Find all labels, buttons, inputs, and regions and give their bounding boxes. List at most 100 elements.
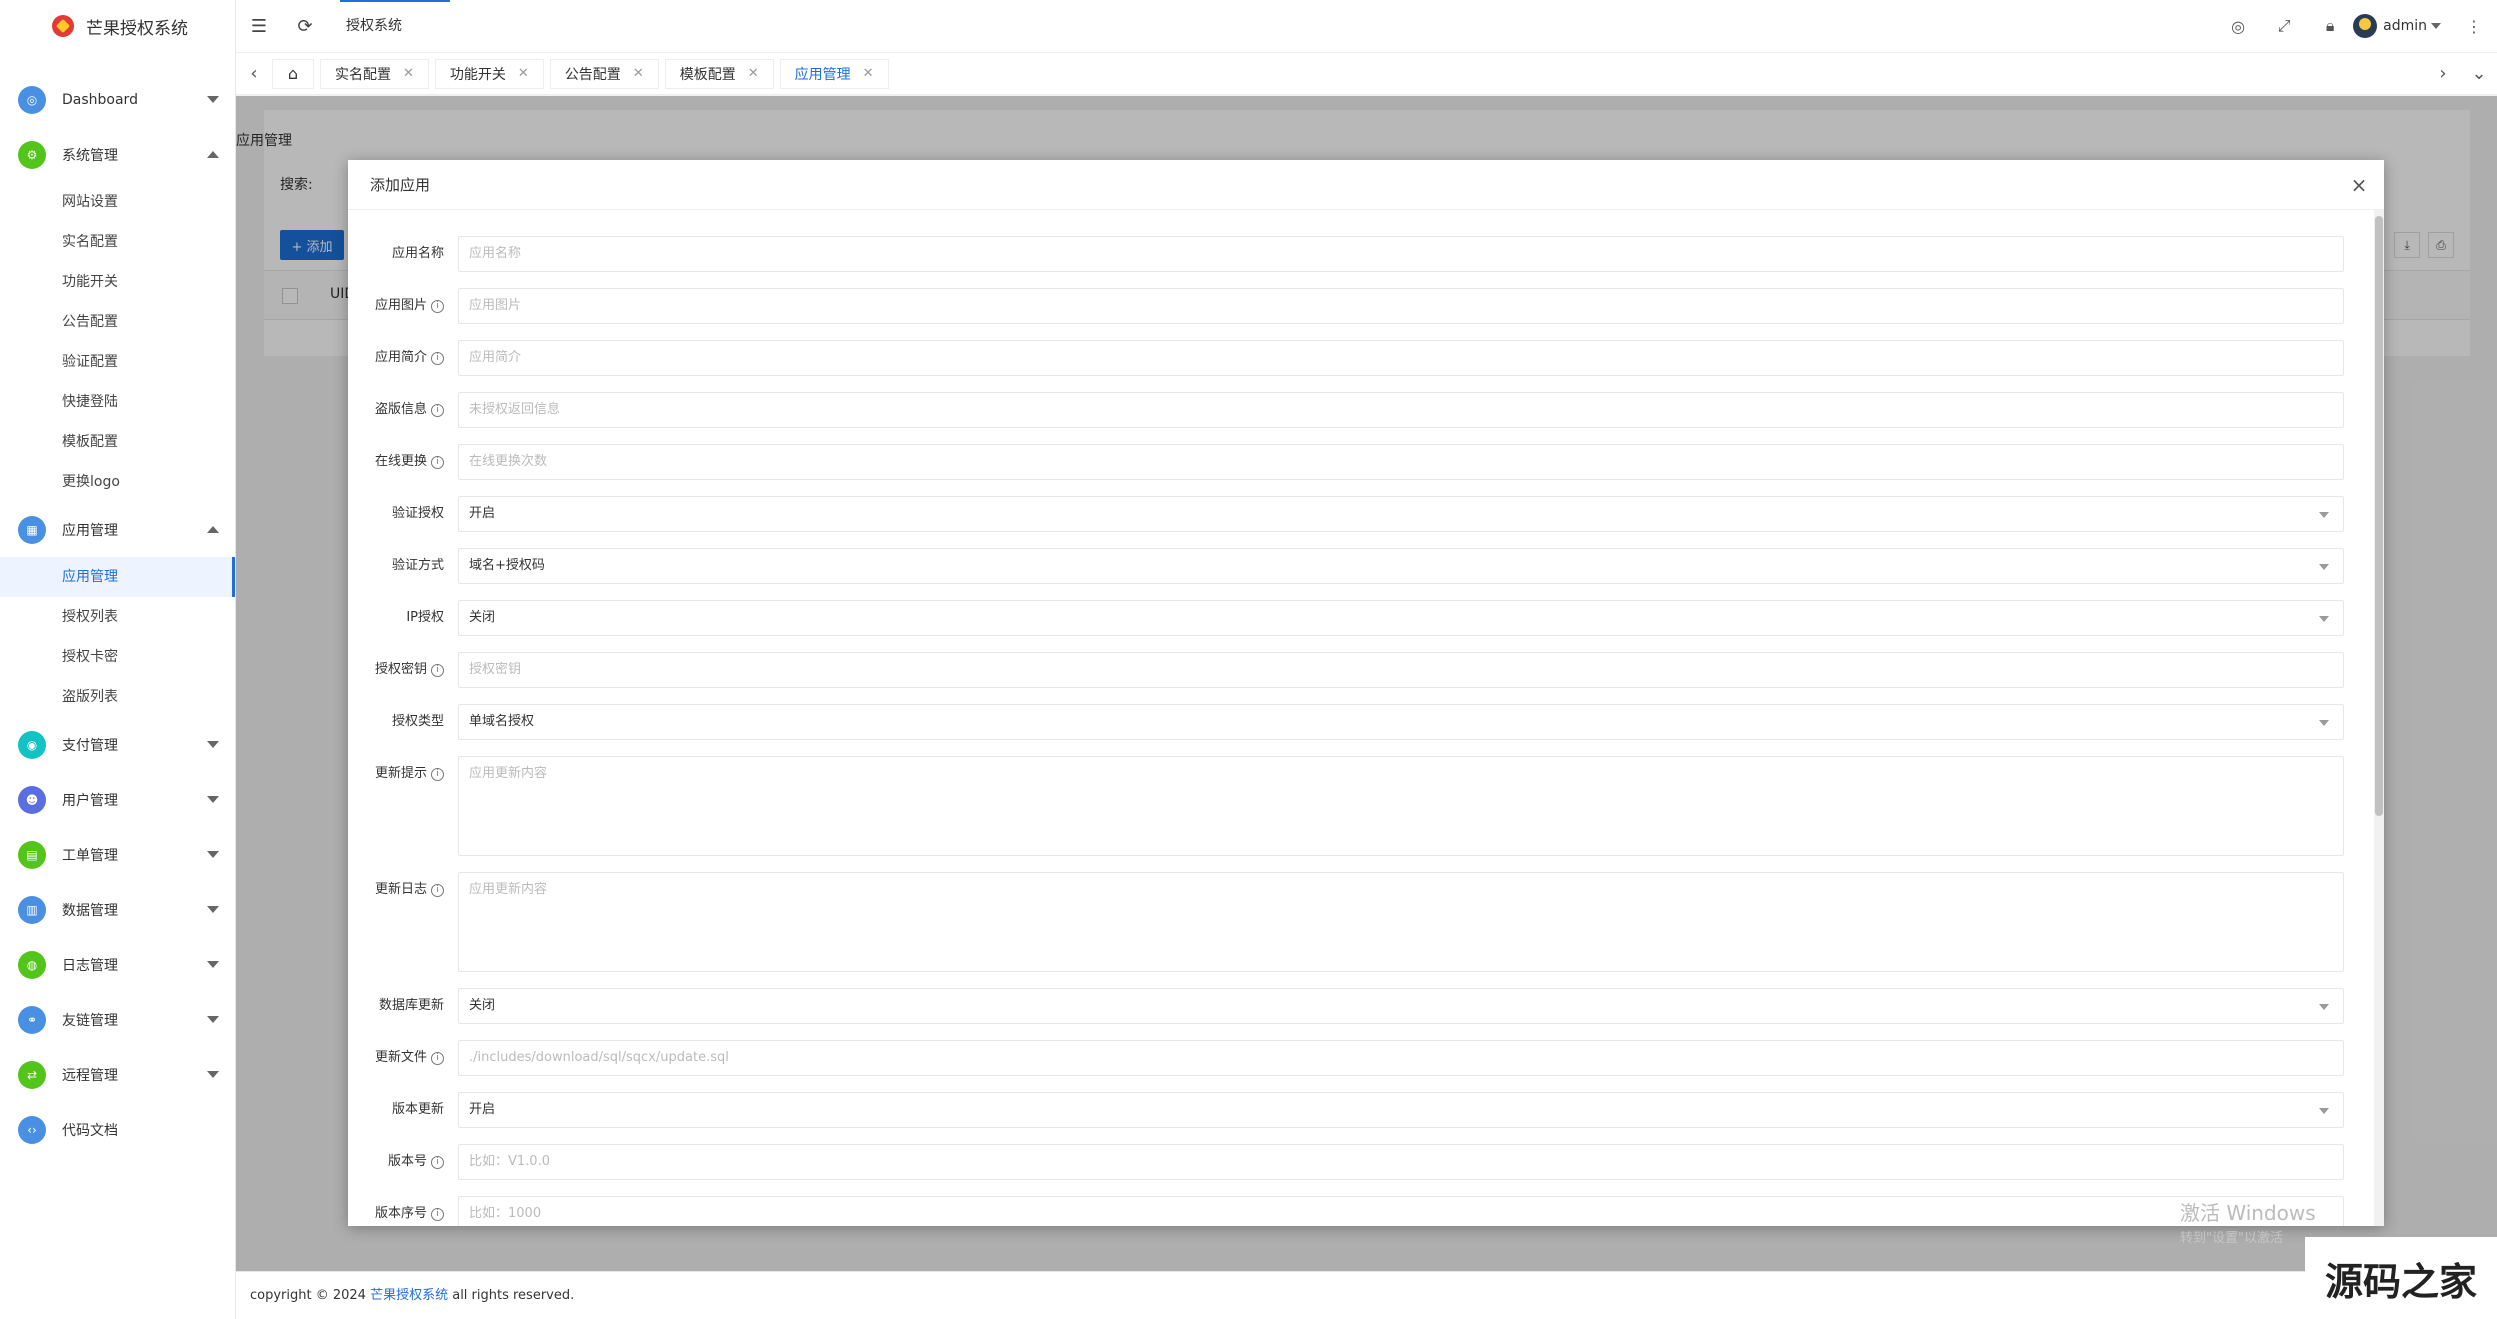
sidebar-group-label: 系统管理 xyxy=(62,147,118,164)
text-input[interactable]: 比如：V1.0.0 xyxy=(458,1144,2344,1180)
share-icon: ⇄ xyxy=(18,1060,46,1089)
sidebar-item[interactable]: 公告配置 xyxy=(0,302,235,342)
more-icon[interactable]: ⋮ xyxy=(2451,17,2497,36)
sidebar-group-10[interactable]: ‹› 代码文档 xyxy=(0,1102,235,1157)
sidebar-item[interactable]: 网站设置 xyxy=(0,182,235,222)
form-row: 应用简介 i 应用简介 xyxy=(348,340,2384,376)
select-field[interactable]: 开启 xyxy=(458,496,2344,532)
breadcrumb[interactable]: 授权系统 xyxy=(340,0,450,52)
tab-close-icon[interactable]: ✕ xyxy=(403,66,414,81)
info-icon[interactable]: i xyxy=(431,884,444,897)
sidebar-group-5[interactable]: ▤ 工单管理 xyxy=(0,827,235,882)
field-label: IP授权 xyxy=(348,600,458,636)
tab-label: 实名配置 xyxy=(335,66,391,83)
tab-close-icon[interactable]: ✕ xyxy=(863,66,874,81)
field-label: 更新提示 i xyxy=(348,756,458,856)
tabs-next-icon[interactable]: › xyxy=(2425,63,2461,84)
info-icon[interactable]: i xyxy=(431,404,444,417)
user-menu[interactable]: admin xyxy=(2353,14,2441,38)
sidebar-item[interactable]: 授权列表 xyxy=(0,597,235,637)
tabs-menu-icon[interactable]: ⌄ xyxy=(2461,63,2497,84)
sidebar-group-3[interactable]: ◉ 支付管理 xyxy=(0,717,235,772)
sidebar-item[interactable]: 更换logo xyxy=(0,462,235,502)
tab-close-icon[interactable]: ✕ xyxy=(633,66,644,81)
sidebar-item[interactable]: 快捷登陆 xyxy=(0,382,235,422)
select-field[interactable]: 域名+授权码 xyxy=(458,548,2344,584)
form-row: 更新提示 i 应用更新内容 xyxy=(348,756,2384,856)
sidebar-group-0[interactable]: ◎ Dashboard xyxy=(0,72,235,127)
sidebar-item[interactable]: 验证配置 xyxy=(0,342,235,382)
close-icon[interactable]: × xyxy=(2348,174,2370,196)
text-input[interactable]: 比如：1000 xyxy=(458,1196,2344,1226)
text-input[interactable]: 应用名称 xyxy=(458,236,2344,272)
text-input[interactable]: 应用简介 xyxy=(458,340,2344,376)
sidebar-group-1[interactable]: ⚙ 系统管理 xyxy=(0,127,235,182)
app-logo[interactable]: 芒果授权系统 xyxy=(0,0,235,52)
field-label: 版本更新 xyxy=(348,1092,458,1128)
field-label: 应用图片 i xyxy=(348,288,458,324)
info-icon[interactable]: i xyxy=(431,768,444,781)
field-label-text: 验证方式 xyxy=(391,558,444,573)
info-icon[interactable]: i xyxy=(431,352,444,365)
text-input[interactable]: 授权密钥 xyxy=(458,652,2344,688)
tab-close-icon[interactable]: ✕ xyxy=(518,66,529,81)
home-tab-icon[interactable]: ⌂ xyxy=(272,58,314,89)
sidebar-item[interactable]: 实名配置 xyxy=(0,222,235,262)
sidebar-group-label: 应用管理 xyxy=(62,522,118,539)
tab-item[interactable]: 公告配置 ✕ xyxy=(549,58,659,89)
sidebar-item[interactable]: 授权卡密 xyxy=(0,637,235,677)
menu-toggle-icon[interactable]: ☰ xyxy=(236,0,282,52)
form-row: IP授权 关闭 xyxy=(348,600,2384,636)
form-row: 更新文件 i ./includes/download/sql/sqcx/update… xyxy=(348,1040,2384,1076)
sidebar-item[interactable]: 盗版列表 xyxy=(0,677,235,717)
user-icon: ☻ xyxy=(18,785,46,814)
sidebar-group-2[interactable]: ▦ 应用管理 xyxy=(0,502,235,557)
refresh-icon[interactable]: ⟳ xyxy=(282,0,328,52)
sidebar-item[interactable]: 模板配置 xyxy=(0,422,235,462)
info-icon[interactable]: i xyxy=(431,456,444,469)
modal-scrollbar[interactable] xyxy=(2374,210,2384,1226)
sidebar-group-7[interactable]: ◍ 日志管理 xyxy=(0,937,235,992)
scrollbar-thumb[interactable] xyxy=(2375,216,2383,816)
select-field[interactable]: 单域名授权 xyxy=(458,704,2344,740)
info-icon[interactable]: i xyxy=(431,1208,444,1221)
info-icon[interactable]: i xyxy=(431,1156,444,1169)
field-label: 盗版信息 i xyxy=(348,392,458,428)
text-input[interactable]: ./includes/download/sql/sqcx/update.sql xyxy=(458,1040,2344,1076)
tab-item[interactable]: 模板配置 ✕ xyxy=(664,58,774,89)
sidebar-item[interactable]: 功能开关 xyxy=(0,262,235,302)
tab-close-icon[interactable]: ✕ xyxy=(748,66,759,81)
select-field[interactable]: 开启 xyxy=(458,1092,2344,1128)
sidebar-group-label: Dashboard xyxy=(62,91,138,108)
field-label: 应用简介 i xyxy=(348,340,458,376)
sidebar-item[interactable]: 应用管理 xyxy=(0,557,235,597)
text-input[interactable]: 应用图片 xyxy=(458,288,2344,324)
textarea-field[interactable]: 应用更新内容 xyxy=(458,872,2344,972)
tabs-prev-icon[interactable]: ‹ xyxy=(236,63,272,84)
footer-link[interactable]: 芒果授权系统 xyxy=(370,1288,448,1303)
select-field[interactable]: 关闭 xyxy=(458,988,2344,1024)
select-field[interactable]: 关闭 xyxy=(458,600,2344,636)
sidebar-group-8[interactable]: ⚭ 友链管理 xyxy=(0,992,235,1047)
field-label-text: 更新日志 xyxy=(374,882,427,897)
sidebar-group-9[interactable]: ⇄ 远程管理 xyxy=(0,1047,235,1102)
tab-item[interactable]: 实名配置 ✕ xyxy=(320,58,429,89)
sidebar-group-4[interactable]: ☻ 用户管理 xyxy=(0,772,235,827)
textarea-field[interactable]: 应用更新内容 xyxy=(458,756,2344,856)
tab-item[interactable]: 应用管理 ✕ xyxy=(779,58,889,89)
link-icon: ⚭ xyxy=(18,1005,46,1034)
lock-icon[interactable]: 🔒︎ xyxy=(2307,16,2353,36)
tab-item[interactable]: 功能开关 ✕ xyxy=(434,58,544,89)
text-input[interactable]: 在线更换次数 xyxy=(458,444,2344,480)
globe-icon[interactable]: ◎ xyxy=(2215,17,2261,36)
chevron-down-icon xyxy=(2431,23,2441,29)
info-icon[interactable]: i xyxy=(431,300,444,313)
form-row: 版本号 i 比如：V1.0.0 xyxy=(348,1144,2384,1180)
info-icon[interactable]: i xyxy=(431,1052,444,1065)
fullscreen-icon[interactable]: ⤢ xyxy=(2261,16,2307,36)
sidebar-group-label: 用户管理 xyxy=(62,792,118,809)
info-icon[interactable]: i xyxy=(431,664,444,677)
pay-icon: ◉ xyxy=(18,730,46,759)
sidebar-group-6[interactable]: ▥ 数据管理 xyxy=(0,882,235,937)
text-input[interactable]: 未授权返回信息 xyxy=(458,392,2344,428)
